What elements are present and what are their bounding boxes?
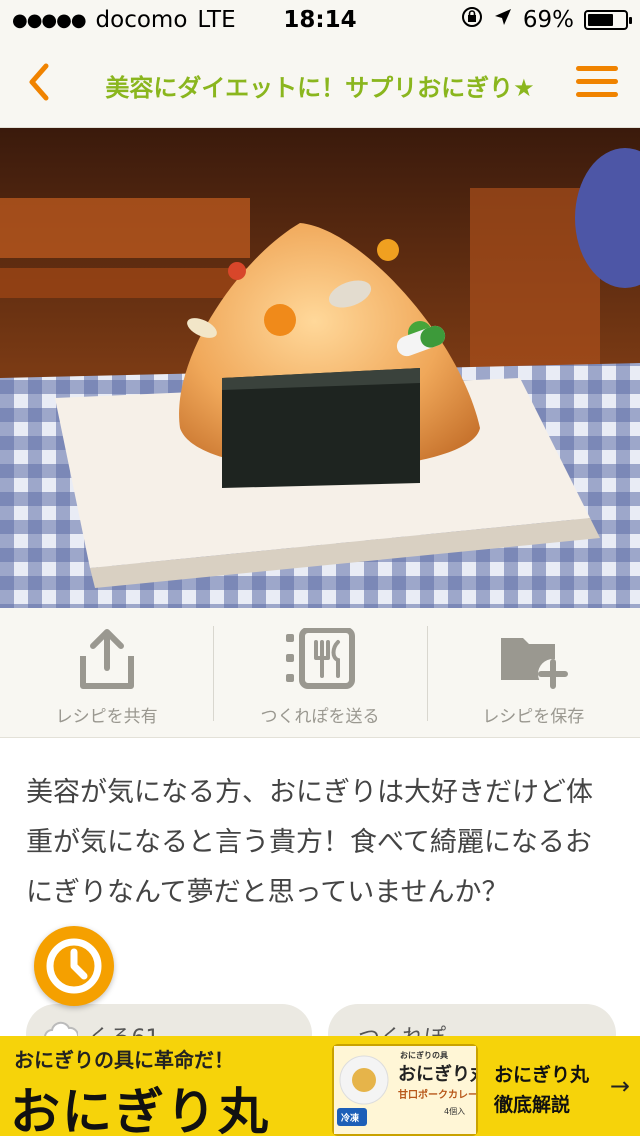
send-tsukurepo-button[interactable]: つくれぽを送る [213, 608, 426, 737]
pack-line-2: おにぎり丸 [398, 1063, 476, 1085]
pack-line-4: 4個入 [444, 1106, 465, 1116]
onigiri-photo-illustration [0, 128, 640, 608]
pack-badge: 冷凍 [341, 1112, 360, 1124]
timer-button[interactable] [34, 926, 114, 1006]
share-recipe-label: レシピを共有 [55, 707, 158, 727]
back-button[interactable] [20, 58, 60, 106]
clock-icon [46, 938, 102, 994]
navigation-bar: 美容にダイエットに！サプリおにぎり★ [0, 40, 640, 128]
location-icon [493, 7, 513, 33]
pack-line-1: おにぎりの具 [400, 1050, 448, 1060]
recipe-photo[interactable] [0, 128, 640, 608]
ad-brand: おにぎり丸 [10, 1082, 270, 1136]
chevron-left-icon [29, 63, 49, 101]
hamburger-icon-bar [576, 92, 618, 97]
ad-cta[interactable]: おにぎり丸 徹底解説 [494, 1060, 589, 1120]
folder-add-icon [501, 638, 569, 689]
battery-icon [584, 10, 632, 30]
hamburger-icon-bar [576, 79, 618, 84]
recipe-description: 美容が気になる方、おにぎりは大好きだけど体重が気になると言う貴方！食べて綺麗にな… [26, 777, 593, 908]
app-screen: ●●●●● docomo LTE 18:14 69% 美容にダイエットに！サプリ… [0, 0, 640, 1136]
save-recipe-label: レシピを保存 [482, 707, 585, 727]
arrow-right-icon: → [609, 1072, 630, 1100]
share-recipe-button[interactable]: レシピを共有 [0, 608, 213, 737]
ad-cta-line1: おにぎり丸 [494, 1064, 590, 1086]
send-tsukurepo-label: つくれぽを送る [260, 707, 380, 727]
product-package-image: おにぎりの具 おにぎり丸 甘口ポークカレー 4個入 冷凍 [332, 1044, 489, 1136]
share-icon [79, 629, 134, 689]
pack-line-3: 甘口ポークカレー [398, 1088, 476, 1101]
page-title: 美容にダイエットに！サプリおにぎり★ [105, 74, 535, 102]
orientation-lock-icon [461, 6, 483, 34]
menu-button[interactable] [576, 66, 618, 100]
ad-banner[interactable]: おにぎりの具に革命だ！ おにぎり丸 おにぎりの具 おにぎり丸 甘口ポークカレー … [0, 1036, 640, 1136]
status-bar: ●●●●● docomo LTE 18:14 69% [0, 0, 640, 40]
battery-level [588, 14, 613, 26]
battery-percent: 69% [522, 7, 574, 33]
ad-cta-line2: 徹底解説 [494, 1094, 571, 1116]
action-bar: レシピを共有 つくれぽを送る レシピを保存 [0, 608, 640, 738]
save-recipe-button[interactable]: レシピを保存 [426, 608, 640, 737]
hamburger-icon [576, 66, 618, 71]
tsukurepo-icon [285, 628, 355, 689]
ad-kicker: おにぎりの具に革命だ！ [14, 1048, 234, 1072]
